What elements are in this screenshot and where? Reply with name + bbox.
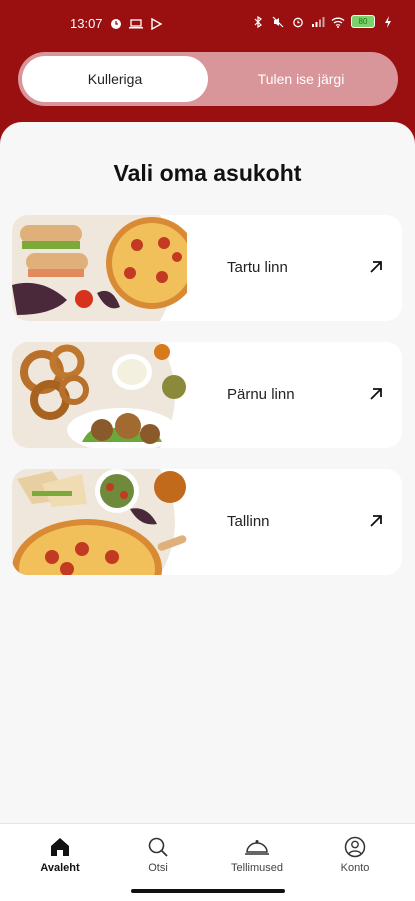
search-icon — [148, 837, 168, 857]
location-sheet: Vali oma asukoht Tartu linn Pärnu linn T… — [0, 122, 415, 900]
location-image-food — [12, 469, 187, 575]
battery-icon: 80 — [351, 15, 375, 28]
charging-icon — [385, 15, 391, 28]
signal-icon — [312, 16, 325, 27]
status-bar: 13:07 80 — [0, 0, 415, 46]
alarm-icon — [293, 17, 303, 27]
location-card-tallinn[interactable]: Tallinn — [12, 469, 402, 575]
location-image-food — [12, 215, 187, 321]
delivery-mode-toggle: Kulleriga Tulen ise järgi — [18, 52, 398, 106]
location-card-tartu[interactable]: Tartu linn — [12, 215, 402, 321]
status-time: 13:07 — [70, 16, 103, 31]
arrow-up-right-icon — [370, 261, 382, 273]
location-name: Tartu linn — [227, 259, 288, 276]
location-name: Tallinn — [227, 513, 270, 530]
laptop-icon — [128, 18, 143, 28]
location-card-parnu[interactable]: Pärnu linn — [12, 342, 402, 448]
cloche-icon — [245, 840, 269, 855]
nav-orders-label: Tellimused — [231, 862, 283, 874]
location-name: Pärnu linn — [227, 386, 295, 403]
home-indicator[interactable] — [131, 889, 285, 893]
account-icon — [344, 836, 366, 858]
nav-home[interactable]: Avaleht — [10, 836, 110, 874]
play-icon — [150, 17, 162, 30]
nav-account[interactable]: Konto — [305, 836, 405, 874]
mute-icon — [272, 16, 284, 27]
battery-level: 80 — [358, 17, 368, 26]
nav-orders[interactable]: Tellimused — [207, 836, 307, 874]
location-image-food — [12, 342, 186, 448]
toggle-courier[interactable]: Kulleriga — [22, 56, 208, 102]
nav-account-label: Konto — [340, 862, 370, 874]
status-left: 13:07 — [70, 16, 163, 31]
page-title: Vali oma asukoht — [113, 160, 302, 186]
home-icon — [51, 838, 69, 856]
clock-icon — [110, 18, 121, 29]
status-right: 80 — [251, 15, 395, 28]
wifi-icon — [331, 17, 345, 28]
nav-search[interactable]: Otsi — [108, 836, 208, 874]
nav-home-label: Avaleht — [40, 862, 80, 874]
nav-search-label: Otsi — [148, 862, 168, 874]
toggle-pickup[interactable]: Tulen ise järgi — [208, 56, 394, 102]
arrow-up-right-icon — [370, 515, 382, 527]
arrow-up-right-icon — [370, 388, 382, 400]
bluetooth-icon — [254, 15, 262, 28]
